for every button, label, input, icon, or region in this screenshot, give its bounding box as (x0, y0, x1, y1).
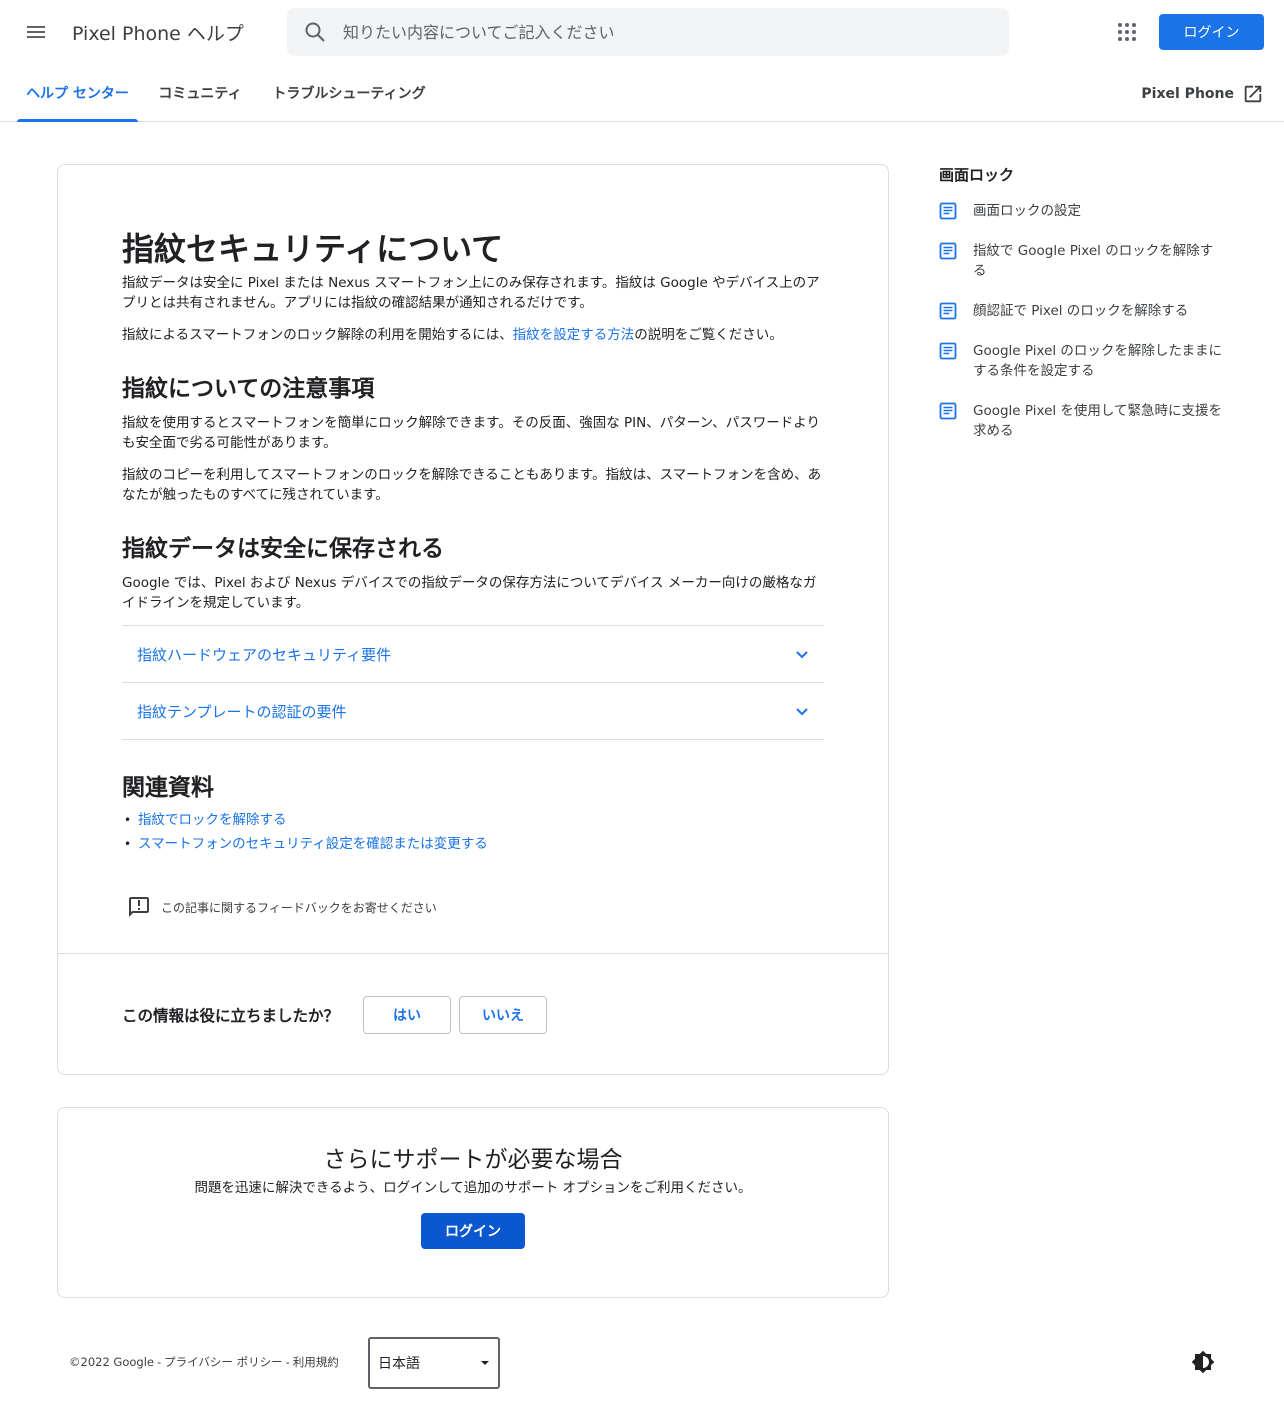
search-box[interactable] (287, 8, 1009, 56)
footer-links: ©2022 Google - プライバシー ポリシー - 利用規約 (69, 1354, 339, 1370)
storage-paragraph: Google では、Pixel および Nexus デバイスでの指紋データの保存… (122, 575, 817, 611)
article-body: 指紋セキュリティについて 指紋データは安全に Pixel または Nexus ス… (122, 229, 824, 856)
intro-paragraph-2: 指紋によるスマートフォンのロック解除の利用を開始するには、指紋を設定する方法の説… (122, 325, 824, 345)
privacy-policy-link[interactable]: プライバシー ポリシー (164, 1355, 282, 1369)
open-in-new-icon (1244, 85, 1262, 103)
helpful-question: この情報は役に立ちましたか？ (122, 1007, 340, 1025)
article-icon (939, 242, 957, 260)
sidebar-title: 画面ロック (939, 166, 1015, 184)
list-item: • スマートフォンのセキュリティ設定を確認または変更する (122, 832, 824, 856)
copyright: ©2022 Google (69, 1355, 154, 1369)
external-link-label: Pixel Phone (1141, 86, 1234, 102)
cautions-paragraph-1: 指紋を使用するとスマートフォンを簡単にロック解除できます。その反面、強固な PI… (122, 415, 821, 451)
section-title-storage: 指紋データは安全に保存される (122, 536, 444, 562)
tab-troubleshooting[interactable]: トラブルシューティング (262, 64, 436, 121)
hamburger-icon (27, 26, 45, 38)
expander-list: 指紋ハードウェアのセキュリティ要件 指紋テンプレートの認証の要件 (122, 625, 824, 740)
sidebar-item-label: Google Pixel を使用して緊急時に支援を求める (973, 403, 1223, 439)
language-value: 日本語 (378, 1356, 420, 1372)
cautions-paragraph-2: 指紋のコピーを利用してスマートフォンのロックを解除できることもあります。指紋は、… (122, 467, 822, 503)
chevron-down-icon (796, 651, 808, 659)
sidebar-item-emergency-help[interactable]: Google Pixel を使用して緊急時に支援を求める (939, 401, 1239, 441)
separator: - (285, 1355, 290, 1369)
article-card: 指紋セキュリティについて 指紋データは安全に Pixel または Nexus ス… (57, 164, 889, 1075)
intro-paragraph-1: 指紋データは安全に Pixel または Nexus スマートフォン上にのみ保存さ… (122, 275, 820, 311)
expander-label: 指紋ハードウェアのセキュリティ要件 (137, 645, 392, 664)
main-menu-button[interactable] (16, 12, 56, 52)
expander-hardware-requirements[interactable]: 指紋ハードウェアのセキュリティ要件 (122, 626, 824, 683)
separator: - (156, 1355, 162, 1369)
brightness-icon (1191, 1350, 1215, 1374)
support-text: 問題を迅速に解決できるよう、ログインして追加のサポート オプションをご利用くださ… (194, 1180, 752, 1196)
article-title: 指紋セキュリティについて (122, 230, 504, 268)
related-link-unlock-fingerprint[interactable]: 指紋でロックを解除する (138, 808, 287, 832)
sidebar-item-screen-lock-setup[interactable]: 画面ロックの設定 (939, 201, 1239, 221)
no-button[interactable]: いいえ (459, 996, 548, 1034)
sidebar-item-fingerprint-unlock[interactable]: 指紋で Google Pixel のロックを解除する (939, 241, 1239, 281)
dropdown-arrow-icon (481, 1361, 489, 1365)
yes-button[interactable]: はい (363, 996, 452, 1034)
pixel-phone-external-link[interactable]: Pixel Phone (1141, 82, 1264, 106)
language-select[interactable]: 日本語 (368, 1337, 500, 1389)
feedback-label: この記事に関するフィードバックをお寄せください (161, 900, 437, 915)
sidebar-item-label: 指紋で Google Pixel のロックを解除する (973, 243, 1214, 279)
support-card: さらにサポートが必要な場合 問題を迅速に解決できるよう、ログインして追加のサポー… (57, 1107, 889, 1298)
feedback-icon (129, 897, 149, 917)
related-resources-title: 関連資料 (122, 775, 214, 801)
expander-label: 指紋テンプレートの認証の要件 (137, 702, 347, 721)
support-login-button[interactable]: ログイン (421, 1213, 525, 1249)
article-icon (939, 402, 957, 420)
search-icon[interactable] (303, 20, 327, 44)
article-feedback-link[interactable]: この記事に関するフィードバックをお寄せください (127, 895, 437, 919)
list-item: • 指紋でロックを解除する (122, 808, 824, 832)
sidebar-item-label: 画面ロックの設定 (973, 203, 1081, 219)
section-title-cautions: 指紋についての注意事項 (122, 376, 375, 402)
article-icon (939, 342, 957, 360)
article-icon (939, 302, 957, 320)
related-links-list: • 指紋でロックを解除する • スマートフォンのセキュリティ設定を確認または変更する (122, 808, 824, 856)
bullet: • (124, 813, 132, 827)
sidebar-item-face-unlock[interactable]: 顔認証で Pixel のロックを解除する (939, 301, 1239, 321)
apps-grid-icon (1118, 23, 1136, 41)
related-link-security-settings[interactable]: スマートフォンのセキュリティ設定を確認または変更する (138, 832, 488, 856)
header: Pixel Phone ヘルプ ログイン (0, 0, 1284, 64)
terms-link[interactable]: 利用規約 (293, 1355, 339, 1369)
bullet: • (124, 837, 132, 851)
sidebar-item-label: 顔認証で Pixel のロックを解除する (973, 303, 1189, 319)
divider (58, 953, 888, 954)
chevron-down-icon (796, 708, 808, 716)
sidebar-item-label: Google Pixel のロックを解除したままにする条件を設定する (973, 343, 1223, 379)
helpful-prompt: この情報は役に立ちましたか？ はい いいえ (122, 996, 555, 1034)
article-icon (939, 202, 957, 220)
google-apps-button[interactable] (1107, 12, 1147, 52)
nav-tabs: ヘルプ センター コミュニティ トラブルシューティング Pixel Phone (0, 64, 1284, 122)
expander-template-requirements[interactable]: 指紋テンプレートの認証の要件 (122, 683, 824, 740)
setup-fingerprint-link[interactable]: 指紋を設定する方法 (513, 327, 635, 343)
intro-text-after: の説明をご覧ください。 (634, 327, 783, 343)
dark-mode-toggle[interactable] (1188, 1347, 1218, 1377)
tab-community[interactable]: コミュニティ (150, 64, 250, 121)
sidebar-item-keep-unlocked[interactable]: Google Pixel のロックを解除したままにする条件を設定する (939, 341, 1239, 381)
search-input[interactable] (343, 8, 983, 56)
login-button[interactable]: ログイン (1159, 14, 1264, 50)
tab-help-center[interactable]: ヘルプ センター (17, 64, 138, 122)
product-title[interactable]: Pixel Phone ヘルプ (72, 19, 244, 46)
sidebar: 画面ロック 画面ロックの設定 指紋で Google Pixel のロックを解除す… (939, 164, 1239, 461)
support-title: さらにサポートが必要な場合 (323, 1147, 623, 1173)
intro-text-before: 指紋によるスマートフォンのロック解除の利用を開始するには、 (122, 327, 513, 343)
